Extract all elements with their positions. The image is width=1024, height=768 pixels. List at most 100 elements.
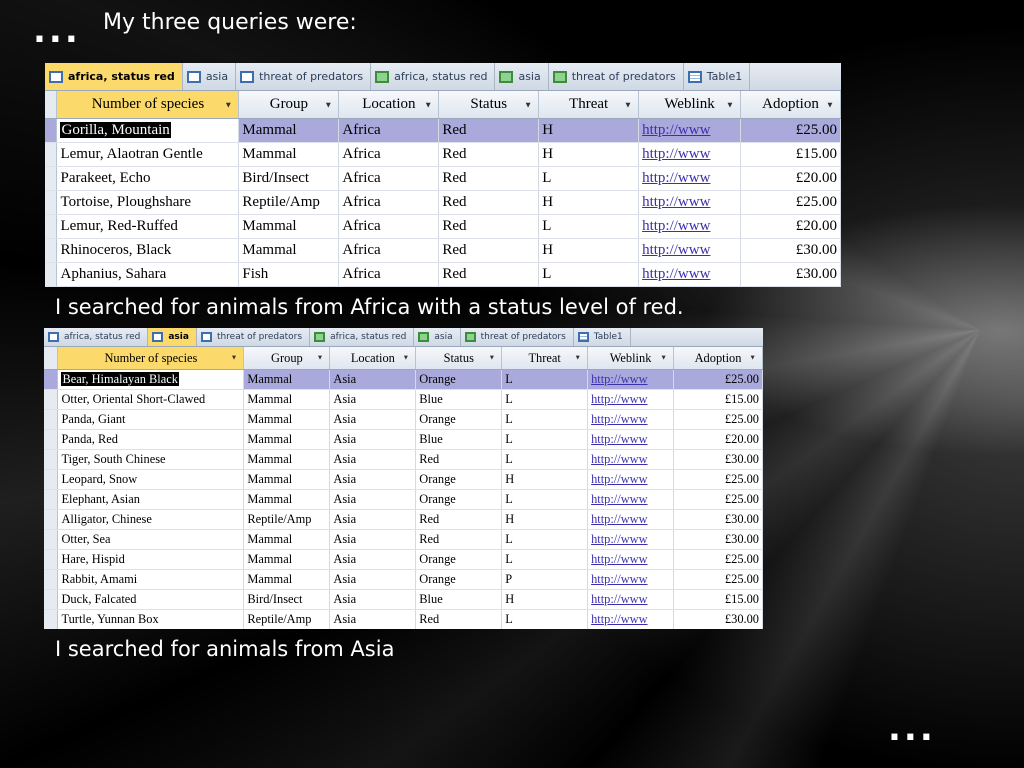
cell-weblink[interactable]: http://www — [587, 549, 675, 570]
record-selector[interactable] — [45, 118, 58, 143]
cell-threat[interactable]: L — [538, 214, 640, 239]
tab-threat-of-predators[interactable]: threat of predators — [236, 63, 372, 90]
cell-status[interactable]: Red — [438, 190, 540, 215]
table-row[interactable]: Elephant, Asian Mammal Asia Orange Lhttp://w… — [44, 489, 763, 510]
cell-threat[interactable]: L — [538, 166, 640, 191]
table-row[interactable]: Rhinoceros, Black Mammal Africa Red Hhttp://… — [45, 238, 841, 263]
cell-weblink[interactable]: http://www — [638, 262, 742, 287]
cell-weblink[interactable]: http://www — [587, 389, 675, 410]
record-selector[interactable] — [44, 569, 59, 590]
cell-status[interactable]: Red — [415, 609, 503, 629]
table-row[interactable]: Panda, Giant Mammal Asia Orange Lhttp://www £… — [44, 409, 763, 430]
cell-number-of-species[interactable]: Leopard, Snow — [57, 469, 245, 490]
dropdown-arrow-icon[interactable]: ▼ — [624, 100, 632, 109]
cell-threat[interactable]: H — [538, 238, 640, 263]
dropdown-arrow-icon[interactable]: ▼ — [524, 100, 532, 109]
dropdown-arrow-icon[interactable]: ▼ — [231, 355, 238, 362]
cell-adoption[interactable]: £30.00 — [740, 262, 841, 287]
table-row[interactable]: Aphanius, Sahara Fish Africa Red Lhttp://www… — [45, 262, 841, 287]
tab-africa-status-red[interactable]: africa, status red — [371, 63, 496, 90]
table-row[interactable]: Parakeet, Echo Bird/Insect Africa Red Lhttp:… — [45, 166, 841, 191]
cell-group[interactable]: Mammal — [243, 449, 331, 470]
cell-status[interactable]: Red — [438, 118, 540, 143]
cell-threat[interactable]: H — [538, 190, 640, 215]
cell-group[interactable]: Mammal — [243, 429, 331, 450]
dropdown-arrow-icon[interactable]: ▼ — [224, 100, 232, 109]
cell-threat[interactable]: H — [538, 142, 640, 167]
cell-group[interactable]: Mammal — [243, 549, 331, 570]
tab-table1[interactable]: Table1 — [684, 63, 751, 90]
cell-number-of-species[interactable]: Tortoise, Ploughshare — [56, 190, 240, 215]
column-header-status[interactable]: Status ▼ — [415, 347, 503, 370]
cell-weblink[interactable]: http://www — [638, 142, 742, 167]
cell-status[interactable]: Red — [415, 509, 503, 530]
dropdown-arrow-icon[interactable]: ▼ — [317, 355, 324, 362]
cell-group[interactable]: Mammal — [243, 489, 331, 510]
table-row[interactable]: Gorilla, Mountain Mammal Africa Red Hhttp://… — [45, 118, 841, 143]
cell-location[interactable]: Asia — [329, 369, 417, 390]
cell-group[interactable]: Mammal — [238, 238, 340, 263]
table-row[interactable]: Otter, Oriental Short-Clawed Mammal Asia Bl… — [44, 389, 763, 410]
record-selector[interactable] — [44, 469, 59, 490]
cell-threat[interactable]: H — [501, 589, 589, 610]
cell-adoption[interactable]: £30.00 — [740, 238, 841, 263]
cell-threat[interactable]: H — [538, 118, 640, 143]
column-header-threat[interactable]: Threat ▼ — [501, 347, 589, 370]
tab-africa-status-red[interactable]: africa, status red — [44, 328, 149, 346]
cell-group[interactable]: Mammal — [238, 118, 340, 143]
cell-number-of-species[interactable]: Aphanius, Sahara — [56, 262, 240, 287]
cell-threat[interactable]: L — [501, 529, 589, 550]
record-selector[interactable] — [45, 262, 58, 287]
cell-weblink[interactable]: http://www — [587, 409, 675, 430]
cell-status[interactable]: Red — [438, 214, 540, 239]
cell-weblink[interactable]: http://www — [638, 118, 742, 143]
cell-location[interactable]: Asia — [329, 609, 417, 629]
cell-number-of-species[interactable]: Tiger, South Chinese — [57, 449, 245, 470]
cell-weblink[interactable]: http://www — [587, 589, 675, 610]
cell-adoption[interactable]: £25.00 — [740, 118, 841, 143]
cell-threat[interactable]: L — [501, 449, 589, 470]
table-row[interactable]: Panda, Red Mammal Asia Blue Lhttp://www £20.0… — [44, 429, 763, 450]
cell-threat[interactable]: L — [538, 262, 640, 287]
cell-adoption[interactable]: £20.00 — [740, 166, 841, 191]
record-selector[interactable] — [44, 369, 59, 390]
cell-weblink[interactable]: http://www — [587, 429, 675, 450]
cell-group[interactable]: Mammal — [243, 569, 331, 590]
cell-weblink[interactable]: http://www — [638, 214, 742, 239]
cell-number-of-species[interactable]: Gorilla, Mountain — [56, 118, 240, 143]
table-row[interactable]: Rabbit, Amami Mammal Asia Orange Phttp://www… — [44, 569, 763, 590]
cell-status[interactable]: Orange — [415, 409, 503, 430]
tab-threat-of-predators[interactable]: threat of predators — [197, 328, 311, 346]
cell-number-of-species[interactable]: Parakeet, Echo — [56, 166, 240, 191]
record-selector[interactable] — [44, 549, 59, 570]
cell-status[interactable]: Blue — [415, 389, 503, 410]
record-selector[interactable] — [44, 389, 59, 410]
cell-number-of-species[interactable]: Panda, Red — [57, 429, 245, 450]
table-row[interactable]: Otter, Sea Mammal Asia Red Lhttp://www £30.00 — [44, 529, 763, 550]
dropdown-arrow-icon[interactable]: ▼ — [826, 100, 834, 109]
cell-number-of-species[interactable]: Otter, Sea — [57, 529, 245, 550]
cell-threat[interactable]: L — [501, 489, 589, 510]
tab-asia[interactable]: asia — [414, 328, 461, 346]
cell-group[interactable]: Mammal — [243, 389, 331, 410]
table-row[interactable]: Tortoise, Ploughshare Reptile/Amp Africa Re… — [45, 190, 841, 215]
cell-weblink[interactable]: http://www — [587, 529, 675, 550]
cell-threat[interactable]: L — [501, 549, 589, 570]
record-selector[interactable] — [45, 238, 58, 263]
select-all-corner[interactable] — [45, 91, 58, 119]
dropdown-arrow-icon[interactable]: ▼ — [749, 355, 756, 362]
cell-location[interactable]: Africa — [338, 142, 440, 167]
table-row[interactable]: Duck, Falcated Bird/Insect Asia Blue Hhttp:/… — [44, 589, 763, 610]
cell-weblink[interactable]: http://www — [587, 569, 675, 590]
cell-number-of-species[interactable]: Lemur, Alaotran Gentle — [56, 142, 240, 167]
cell-group[interactable]: Mammal — [243, 409, 331, 430]
tab-africa-status-red[interactable]: africa, status red — [310, 328, 415, 346]
cell-location[interactable]: Asia — [329, 389, 417, 410]
cell-location[interactable]: Asia — [329, 509, 417, 530]
cell-status[interactable]: Red — [438, 142, 540, 167]
table-row[interactable]: Hare, Hispid Mammal Asia Orange Lhttp://www £… — [44, 549, 763, 570]
cell-group[interactable]: Reptile/Amp — [243, 509, 331, 530]
dropdown-arrow-icon[interactable]: ▼ — [726, 100, 734, 109]
cell-adoption[interactable]: £15.00 — [673, 389, 763, 410]
cell-number-of-species[interactable]: Otter, Oriental Short-Clawed — [57, 389, 245, 410]
